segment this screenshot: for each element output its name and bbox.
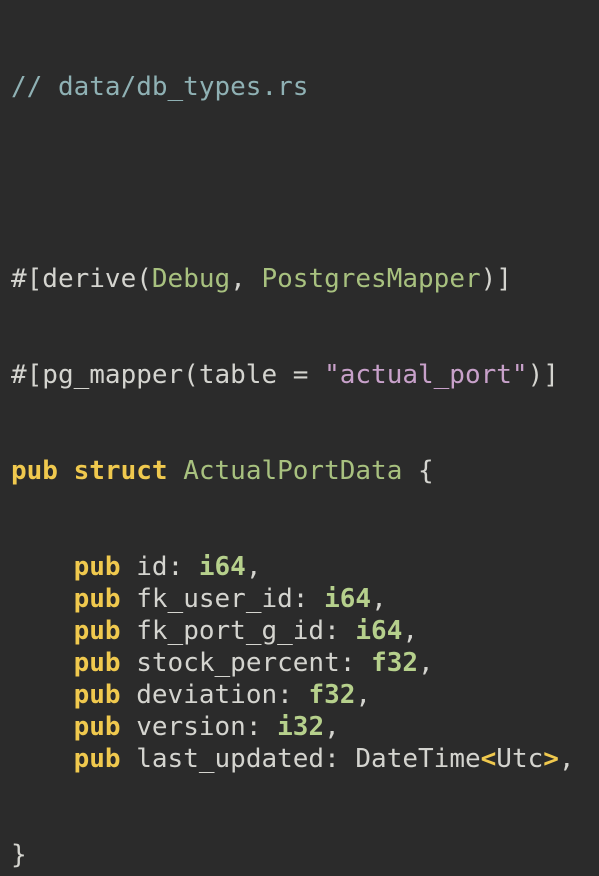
struct-field-line: pub fk_user_id: i64, [73, 584, 387, 614]
struct-fields: pub id: i64, pub fk_user_id: i64, pub fk… [11, 551, 575, 775]
field-pub-keyword: pub [73, 712, 121, 742]
struct-field-line: pub version: i32, [73, 712, 340, 742]
code-block: // data/db_types.rs #[derive(Debug, Post… [11, 7, 575, 876]
field-name: fk_user_id [136, 584, 293, 614]
derive-trait-debug: Debug [151, 264, 231, 294]
struct-field-line: pub fk_port_g_id: i64, [73, 616, 419, 646]
close-brace: } [11, 840, 27, 870]
field-name: deviation [136, 680, 278, 710]
struct-field-line: pub deviation: f32, [73, 680, 372, 710]
code-editor-window: { "file_comment": "// data/db_types.rs",… [0, 0, 599, 870]
derive-separator: , [230, 264, 262, 294]
code-line-pg-mapper: #[pg_mapper(table = "actual_port")] [11, 359, 575, 391]
field-name: fk_port_g_id [136, 616, 325, 646]
field-name: last_updated [136, 744, 325, 774]
struct-field-line: pub last_updated: DateTime<Utc>, [73, 744, 575, 774]
derive-attr-close: )] [480, 264, 512, 294]
generic-close-bracket: > [543, 744, 559, 774]
code-line-comment: // data/db_types.rs [11, 71, 575, 103]
field-pub-keyword: pub [73, 616, 121, 646]
code-line-struct-decl: pub struct ActualPortData { [11, 455, 575, 487]
field-type: i64 [355, 616, 403, 646]
table-name-string: "actual_port" [324, 360, 528, 390]
field-type: f32 [308, 680, 356, 710]
pg-mapper-attr-close: )] [527, 360, 559, 390]
field-pub-keyword: pub [73, 648, 121, 678]
field-type: DateTime [355, 744, 481, 774]
open-brace: { [418, 456, 434, 486]
field-pub-keyword: pub [73, 744, 121, 774]
generic-type-param: Utc [496, 744, 544, 774]
field-pub-keyword: pub [73, 584, 121, 614]
pub-keyword: pub [11, 456, 58, 486]
generic-open-bracket: < [480, 744, 497, 774]
field-name: id [136, 552, 168, 582]
field-type: f32 [371, 648, 419, 678]
struct-name: ActualPortData [183, 456, 403, 486]
field-pub-keyword: pub [73, 552, 121, 582]
field-type: i32 [277, 712, 325, 742]
pg-mapper-attr-open: #[pg_mapper(table = [11, 360, 325, 390]
field-pub-keyword: pub [73, 680, 121, 710]
struct-field-line: pub id: i64, [73, 552, 262, 582]
field-name: version [136, 712, 246, 742]
code-line-derive: #[derive(Debug, PostgresMapper)] [11, 263, 575, 295]
field-name: stock_percent [136, 648, 340, 678]
derive-trait-postgres-mapper: PostgresMapper [261, 264, 481, 294]
field-type: i64 [324, 584, 372, 614]
file-path-comment: // data/db_types.rs [11, 72, 309, 102]
code-line-close: } [11, 839, 575, 871]
derive-attr-open: #[derive( [11, 264, 152, 294]
struct-keyword: struct [73, 456, 168, 486]
struct-field-line: pub stock_percent: f32, [73, 648, 434, 678]
field-type: i64 [198, 552, 246, 582]
